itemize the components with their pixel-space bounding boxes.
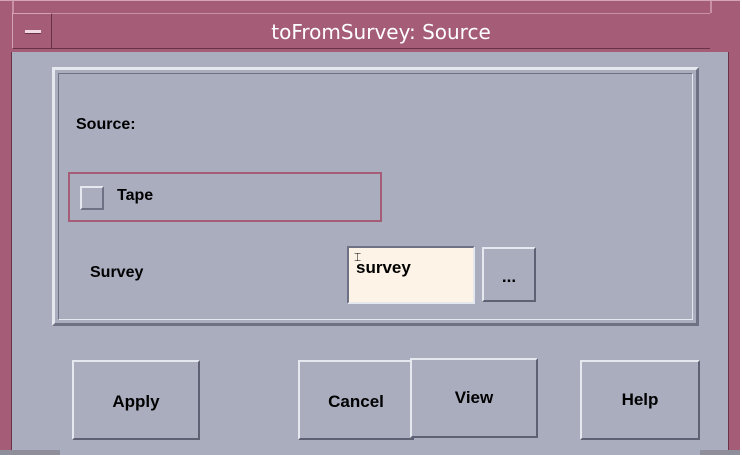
apply-button[interactable]: Apply <box>72 360 200 440</box>
text-cursor-icon: ⌶ <box>354 251 361 272</box>
help-button[interactable]: Help <box>580 360 700 440</box>
tape-checkbox[interactable] <box>80 186 104 210</box>
window-menu-icon <box>25 30 41 34</box>
survey-input[interactable]: survey <box>347 246 475 304</box>
window-frame-right[interactable] <box>728 0 740 455</box>
survey-label: Survey <box>90 264 144 281</box>
tape-option-frame <box>68 172 382 222</box>
source-label: Source: <box>76 116 136 133</box>
window-menu-button[interactable] <box>12 13 52 49</box>
title-bar-edge-left <box>12 1 14 13</box>
tape-label[interactable]: Tape <box>117 187 153 205</box>
window-frame-corner-bottom-left[interactable] <box>0 450 60 455</box>
title-bar-edge-right <box>710 1 712 13</box>
view-button[interactable]: View <box>410 358 538 438</box>
dialog-window: toFromSurvey: Source Source: Tape Survey… <box>0 0 740 455</box>
survey-browse-button[interactable]: ... <box>482 247 536 302</box>
window-frame-left[interactable] <box>0 0 12 455</box>
cancel-button[interactable]: Cancel <box>298 360 414 440</box>
title-bar[interactable]: toFromSurvey: Source <box>0 0 740 52</box>
window-title: toFromSurvey: Source <box>271 20 491 44</box>
window-frame-corner-bottom-right[interactable] <box>700 450 740 455</box>
